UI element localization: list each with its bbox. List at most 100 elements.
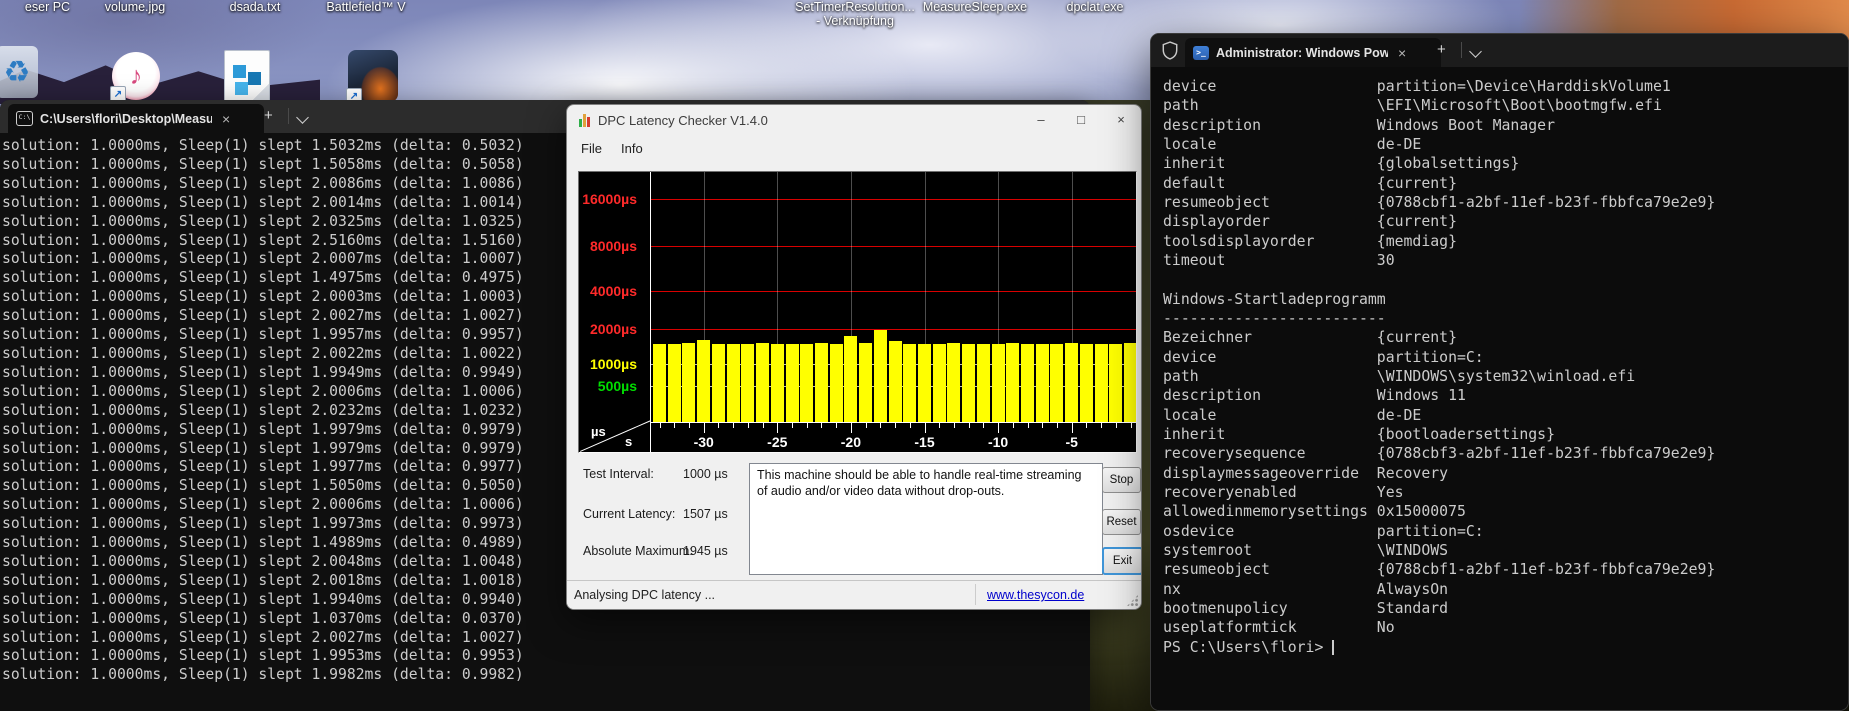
recycle-glyph: ♻ [4,55,31,90]
x-minor-tick [733,423,734,428]
chevron-down-icon[interactable] [296,111,309,124]
powershell-output-line: Windows-Startladeprogramm [1163,290,1715,309]
powershell-output-line: recoveryenabled Yes [1163,483,1715,502]
x-minor-tick [1116,423,1117,428]
latency-bar [977,344,990,422]
latency-bar [815,343,828,422]
powershell-tab-title: Administrator: Windows Pow [1216,46,1388,60]
red-gridline [651,329,1136,330]
minimize-button[interactable]: – [1021,105,1061,135]
registry-cubes-icon [233,65,246,78]
latency-bar [697,340,710,422]
x-minor-tick [821,423,822,428]
y-unit-label: µs [591,424,606,439]
powershell-output-line: recoverysequence {0788cbf3-a2bf-11ef-b23… [1163,444,1715,463]
powershell-output-line: description Windows 11 [1163,386,1715,405]
current-latency-label: Current Latency: [583,507,675,521]
powershell-output-line [1163,270,1715,289]
x-tick-label: -10 [978,434,1018,450]
powershell-tab[interactable]: >_ Administrator: Windows Pow × [1185,38,1441,67]
powershell-output-line: bootmenupolicy Standard [1163,599,1715,618]
x-minor-tick [954,423,955,428]
powershell-output-line: useplatformtick No [1163,618,1715,637]
chart-plot-area [651,172,1136,422]
registry-file-icon[interactable] [224,50,270,104]
y-axis-label: 1000µs [579,355,637,373]
terminal-output-line: solution: 1.0000ms, Sleep(1) slept 1.995… [2,647,524,666]
red-gridline [651,199,1136,200]
status-bar-divider [975,584,976,605]
desktop-label-dsada-txt[interactable]: dsada.txt [195,1,315,15]
latency-bar [1124,343,1136,422]
powershell-output-line: systemroot \WINDOWS [1163,541,1715,560]
x-minor-tick [925,423,926,428]
x-minor-tick [763,423,764,428]
y-axis-label: 8000µs [579,237,637,255]
terminal-output-line: solution: 1.0000ms, Sleep(1) slept 1.505… [2,477,524,496]
latency-bar [1006,343,1019,422]
latency-bar [741,344,754,423]
music-note-icon: ♪ [130,62,143,91]
chart-axis-corner: µs s [579,422,650,452]
terminal-output-line: solution: 1.0000ms, Sleep(1) slept 2.516… [2,232,524,251]
powershell-output-line: ------------------------- [1163,309,1715,328]
x-minor-tick [674,423,675,428]
tab-close-icon[interactable]: × [1395,46,1409,60]
desktop-label-battlefield-v[interactable]: Battlefield™ V [306,1,426,15]
maximize-button[interactable]: □ [1061,105,1101,135]
latency-bar [844,336,857,422]
y-axis-label: 4000µs [579,282,637,300]
x-tick-label: -15 [905,434,945,450]
close-button[interactable]: × [1101,105,1141,135]
x-minor-tick [910,423,911,428]
cmd-icon: C:\ [16,111,33,126]
text-cursor [1332,640,1334,655]
desktop-label-measuresleep-exe[interactable]: MeasureSleep.exe [915,1,1035,15]
powershell-output-line: osdevice partition=C: [1163,522,1715,541]
exit-button[interactable]: Exit [1102,547,1142,575]
new-tab-button[interactable]: + [264,108,273,124]
reset-button[interactable]: Reset [1102,509,1141,535]
tabbar-divider [288,108,289,124]
powershell-output-line: device partition=\Device\HarddiskVolume1 [1163,77,1715,96]
desktop-label-settimerresolution[interactable]: SetTimerResolution... - Verknüpfung [790,1,920,28]
x-minor-tick [983,423,984,428]
latency-bar [1065,343,1078,422]
powershell-viewport[interactable]: device partition=\Device\HarddiskVolume1… [1151,67,1848,710]
recycle-bin-icon[interactable]: ♻ [0,46,38,98]
dpc-menu-bar: File Info [567,135,1141,161]
powershell-tab-bar[interactable]: >_ Administrator: Windows Pow × + [1151,34,1848,67]
terminal-output-line: solution: 1.0000ms, Sleep(1) slept 1.498… [2,534,524,553]
latency-bar [800,344,813,423]
powershell-output: device partition=\Device\HarddiskVolume1… [1163,77,1715,657]
powershell-output-line: device partition=C: [1163,348,1715,367]
latency-bar [1095,344,1108,422]
latency-bar [1036,344,1049,422]
resize-grip[interactable] [1126,594,1139,607]
tab-close-icon[interactable]: × [219,112,233,126]
new-tab-button[interactable]: + [1437,42,1446,58]
terminal-output-line: solution: 1.0000ms, Sleep(1) slept 1.997… [2,440,524,459]
latency-bar [918,344,931,422]
menu-file[interactable]: File [575,139,608,158]
thesycon-link[interactable]: www.thesycon.de [987,588,1084,602]
latency-bar [653,344,666,422]
terminal-tab[interactable]: C:\ C:\Users\flori\Desktop\Measu × [8,104,264,133]
powershell-output-line: displaymessageoverride Recovery [1163,464,1715,483]
chart-y-axis-labels: 16000µs8000µs4000µs2000µs1000µs500µs [579,172,645,422]
chevron-down-icon[interactable] [1469,45,1482,58]
menu-info[interactable]: Info [615,139,649,158]
x-minor-tick [718,423,719,428]
desktop-label-dpclat-exe[interactable]: dpclat.exe [1035,1,1155,15]
powershell-output-line: allowedinmemorysettings 0x15000075 [1163,502,1715,521]
x-minor-tick [851,423,852,428]
y-axis-label: 16000µs [579,190,637,208]
desktop-label-volume-jpg[interactable]: volume.jpg [75,1,195,15]
x-minor-tick [777,423,778,428]
stop-button[interactable]: Stop [1102,467,1141,493]
dpc-result-message: This machine should be able to handle re… [749,463,1103,575]
terminal-output-line: solution: 1.0000ms, Sleep(1) slept 2.000… [2,383,524,402]
latency-bar [859,343,872,422]
terminal-output-line: solution: 1.0000ms, Sleep(1) slept 1.997… [2,421,524,440]
window-title: DPC Latency Checker V1.4.0 [598,113,768,128]
